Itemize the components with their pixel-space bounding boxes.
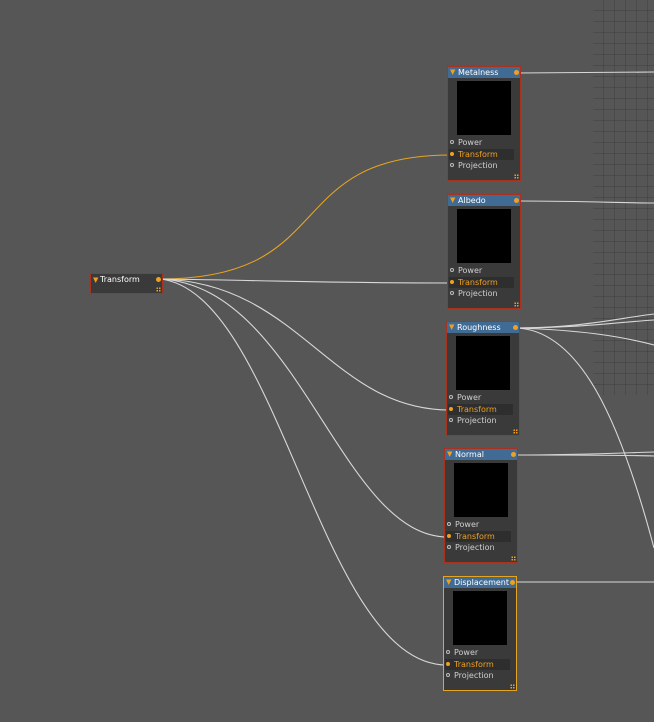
input-row-projection[interactable]: Projection xyxy=(449,288,514,299)
wire-transform-metalness xyxy=(159,154,452,280)
input-port-icon[interactable] xyxy=(447,545,451,549)
resize-grip-icon[interactable] xyxy=(513,429,518,434)
connection-wires xyxy=(159,71,654,666)
input-row-power[interactable]: Power xyxy=(448,392,513,403)
texture-preview xyxy=(457,209,511,263)
node-normal[interactable]: ▼ Normal Power Transform Projection xyxy=(444,448,518,563)
node-title: Transform xyxy=(100,275,140,284)
node-header[interactable]: ▼ Metalness xyxy=(448,67,520,78)
input-label: Transform xyxy=(458,278,498,287)
resize-grip-icon[interactable] xyxy=(156,287,161,292)
input-port-icon[interactable] xyxy=(450,291,454,295)
node-title: Roughness xyxy=(457,323,501,332)
node-title: Normal xyxy=(455,450,484,459)
input-label: Projection xyxy=(457,416,497,425)
input-row-transform[interactable]: Transform xyxy=(449,149,514,160)
input-port-icon[interactable] xyxy=(446,650,450,654)
node-displacement[interactable]: ▼ Displacement Power Transform Projectio… xyxy=(443,576,517,691)
triangle-down-icon[interactable]: ▼ xyxy=(450,68,455,77)
resize-grip-icon[interactable] xyxy=(514,302,519,307)
input-row-projection[interactable]: Projection xyxy=(445,670,510,681)
output-port-icon[interactable] xyxy=(514,198,519,203)
input-row-transform[interactable]: Transform xyxy=(449,277,514,288)
input-port-icon[interactable] xyxy=(450,268,454,272)
node-albedo[interactable]: ▼ Albedo Power Transform Projection xyxy=(447,194,521,309)
texture-preview xyxy=(454,463,508,517)
background-grid xyxy=(593,0,654,395)
node-graph-canvas[interactable]: ▼ Transform ▼ Metalness Power Transform … xyxy=(0,0,654,722)
node-metalness[interactable]: ▼ Metalness Power Transform Projection xyxy=(447,66,521,181)
input-row-projection[interactable]: Projection xyxy=(446,542,511,553)
input-label: Power xyxy=(458,138,483,147)
wire-normal-out-2 xyxy=(513,454,654,457)
input-row-transform[interactable]: Transform xyxy=(448,404,513,415)
input-row-transform[interactable]: Transform xyxy=(445,659,510,670)
wire-transform-roughness xyxy=(159,278,451,411)
node-header[interactable]: ▼ Roughness xyxy=(447,322,519,333)
node-header[interactable]: ▼ Displacement xyxy=(444,577,516,588)
texture-preview xyxy=(453,591,507,645)
input-label: Projection xyxy=(458,161,498,170)
node-title: Metalness xyxy=(458,68,499,77)
input-label: Power xyxy=(455,520,480,529)
input-label: Transform xyxy=(457,405,497,414)
input-port-icon[interactable] xyxy=(450,163,454,167)
input-label: Transform xyxy=(455,532,495,541)
input-label: Power xyxy=(454,648,479,657)
input-port-icon[interactable] xyxy=(449,418,453,422)
input-label: Transform xyxy=(454,660,494,669)
input-label: Power xyxy=(458,266,483,275)
resize-grip-icon[interactable] xyxy=(510,684,515,689)
input-port-icon[interactable] xyxy=(447,522,451,526)
input-port-icon[interactable] xyxy=(450,152,454,156)
input-port-icon[interactable] xyxy=(449,407,453,411)
resize-grip-icon[interactable] xyxy=(514,174,519,179)
input-row-projection[interactable]: Projection xyxy=(449,160,514,171)
wire-normal-out-1 xyxy=(513,451,654,456)
input-row-projection[interactable]: Projection xyxy=(448,415,513,426)
wire-transform-displacement xyxy=(159,278,448,666)
input-port-icon[interactable] xyxy=(447,534,451,538)
triangle-down-icon[interactable]: ▼ xyxy=(450,196,455,205)
node-title: Displacement xyxy=(454,578,509,587)
output-port-icon[interactable] xyxy=(510,580,515,585)
input-port-icon[interactable] xyxy=(446,662,450,666)
input-label: Projection xyxy=(458,289,498,298)
node-roughness[interactable]: ▼ Roughness Power Transform Projection xyxy=(446,321,520,436)
input-port-icon[interactable] xyxy=(450,140,454,144)
input-port-icon[interactable] xyxy=(450,280,454,284)
input-label: Projection xyxy=(454,671,494,680)
input-row-power[interactable]: Power xyxy=(449,265,514,276)
output-port-icon[interactable] xyxy=(513,325,518,330)
input-row-transform[interactable]: Transform xyxy=(446,531,511,542)
input-port-icon[interactable] xyxy=(446,673,450,677)
triangle-down-icon[interactable]: ▼ xyxy=(449,323,454,332)
input-row-power[interactable]: Power xyxy=(449,137,514,148)
node-header[interactable]: ▼ Normal xyxy=(445,449,517,460)
node-title: Albedo xyxy=(458,196,486,205)
triangle-down-icon[interactable]: ▼ xyxy=(446,578,451,587)
texture-preview xyxy=(456,336,510,390)
input-label: Power xyxy=(457,393,482,402)
input-label: Projection xyxy=(455,543,495,552)
input-label: Transform xyxy=(458,150,498,159)
wire-transform-albedo xyxy=(159,278,452,284)
node-header[interactable]: ▼ Albedo xyxy=(448,195,520,206)
wire-transform-normal xyxy=(159,278,449,538)
output-port-icon[interactable] xyxy=(156,277,161,282)
resize-grip-icon[interactable] xyxy=(511,556,516,561)
triangle-down-icon[interactable]: ▼ xyxy=(447,450,452,459)
input-port-icon[interactable] xyxy=(449,395,453,399)
texture-preview xyxy=(457,81,511,135)
triangle-down-icon[interactable]: ▼ xyxy=(93,276,98,285)
input-row-power[interactable]: Power xyxy=(445,647,510,658)
output-port-icon[interactable] xyxy=(514,70,519,75)
node-transform[interactable]: ▼ Transform xyxy=(90,273,163,294)
input-row-power[interactable]: Power xyxy=(446,519,511,530)
output-port-icon[interactable] xyxy=(511,452,516,457)
